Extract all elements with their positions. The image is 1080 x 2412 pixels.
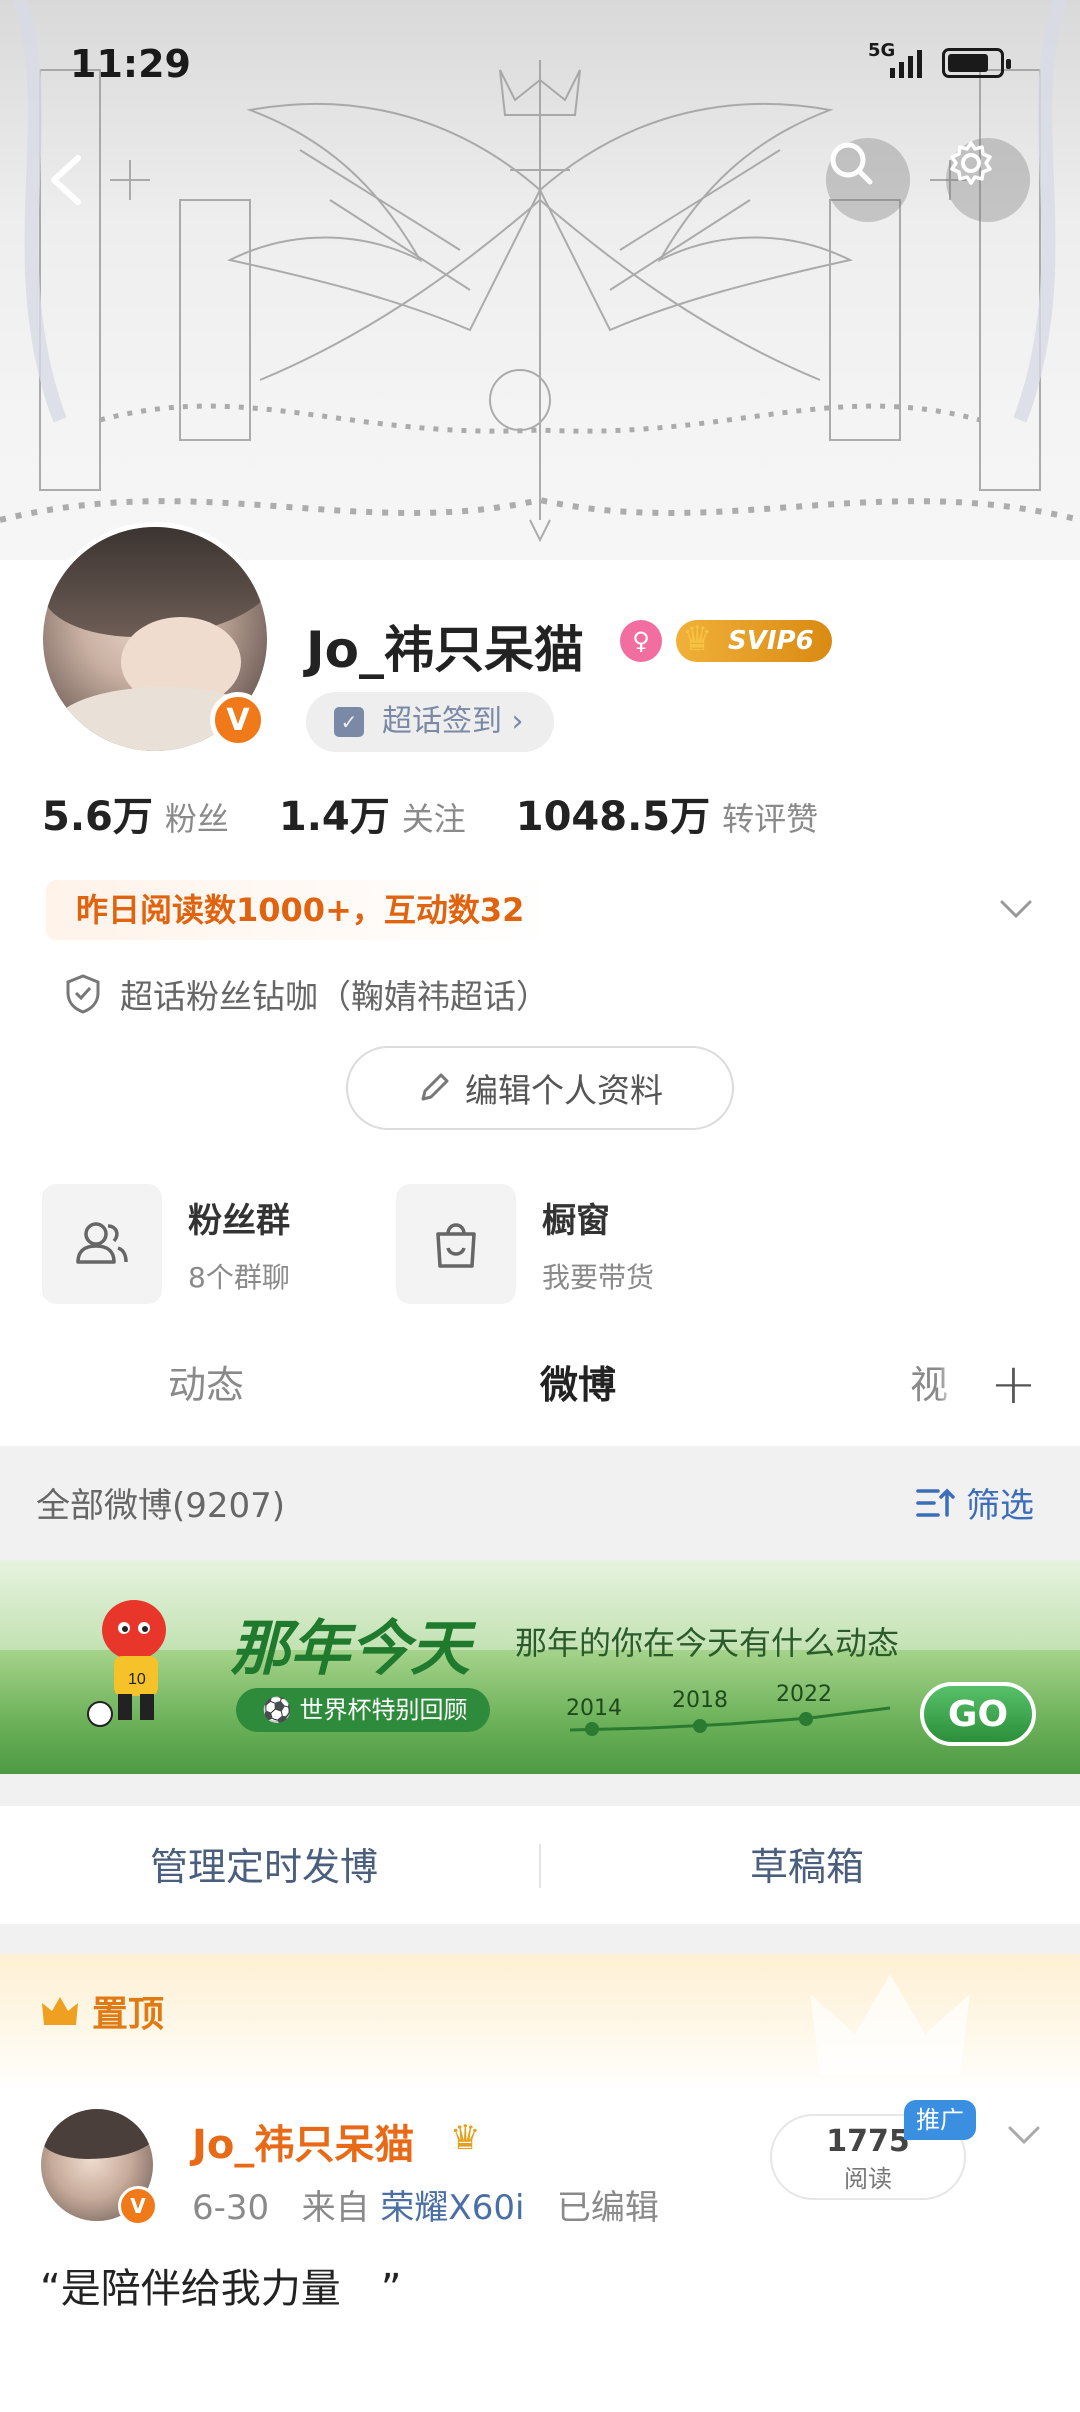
- promo-go-button[interactable]: GO: [920, 1682, 1036, 1746]
- stat-following[interactable]: 1.4万 关注: [279, 784, 466, 842]
- pinned-text: 置顶: [92, 1994, 165, 2035]
- stat-label: 关注: [401, 800, 466, 838]
- tool-subtitle: 我要带货: [542, 1260, 655, 1294]
- post-date: 6-30: [192, 2188, 270, 2228]
- verified-badge-icon: V: [210, 692, 266, 748]
- post-from-label: 来自: [301, 2188, 370, 2228]
- female-gender-icon: ♀: [620, 620, 662, 662]
- promo-title: 那年今天: [230, 1614, 470, 1684]
- svg-text:10: 10: [128, 1671, 146, 1688]
- add-tab-button[interactable]: +: [990, 1352, 1037, 1417]
- post-text: “是陪伴给我力量 ”: [40, 2266, 402, 2312]
- signal-icon: [890, 50, 922, 78]
- profile-tabs: 动态 微博 视: [0, 1320, 1080, 1445]
- tool-title: 橱窗: [542, 1200, 610, 1241]
- post-author-name[interactable]: Jo_祎只呆猫: [192, 2112, 414, 2170]
- drafts-button[interactable]: 草稿箱: [750, 1836, 864, 1891]
- yesterday-stats-banner[interactable]: 昨日阅读数1000+，互动数32: [46, 880, 555, 940]
- chevron-left-icon: [51, 155, 81, 205]
- edit-profile-button[interactable]: 编辑个人资料: [346, 1046, 734, 1130]
- promo-year: 2018: [672, 1688, 728, 1713]
- section-gap: [0, 1924, 1080, 1954]
- promo-year: 2022: [776, 1682, 832, 1707]
- search-button[interactable]: [826, 138, 910, 222]
- edit-profile-label: 编辑个人资料: [465, 1071, 663, 1110]
- pinned-label: 置顶: [40, 1985, 164, 2037]
- search-icon: [830, 142, 873, 185]
- manage-scheduled-button[interactable]: 管理定时发博: [150, 1836, 378, 1891]
- fan-diamond-label: 超话粉丝钻咖（鞠婧祎超话）: [120, 977, 549, 1016]
- chaohua-checkin-button[interactable]: ✓ 超话签到 ›: [306, 692, 554, 752]
- fan-group-tool[interactable]: 粉丝群 8个群聊: [42, 1184, 290, 1304]
- chaohua-checkin-label: 超话签到 ›: [382, 704, 524, 739]
- battery-icon: [942, 48, 1011, 78]
- svip-label: SVIP6: [728, 626, 814, 656]
- profile-stats: 5.6万 粉丝 1.4万 关注 1048.5万 转评赞: [42, 784, 868, 842]
- tab-weibo[interactable]: 微博: [540, 1354, 616, 1409]
- calendar-check-icon: ✓: [334, 707, 364, 737]
- users-icon: [76, 1222, 128, 1264]
- gear-icon: [950, 141, 992, 185]
- on-this-day-banner[interactable]: 10 那年今天 那年的你在今天有什么动态 ⚽ 世界杯特别回顾 2014 2018…: [0, 1560, 1080, 1774]
- promo-subtitle: 那年的你在今天有什么动态: [515, 1624, 900, 1662]
- profile-banner: 11:29 5G: [0, 0, 1080, 560]
- crown-icon: [42, 1997, 78, 2025]
- back-button[interactable]: [40, 150, 100, 210]
- verified-badge-icon: V: [118, 2186, 158, 2226]
- promote-badge[interactable]: 推广: [904, 2100, 976, 2140]
- stat-label: 转评赞: [722, 800, 819, 838]
- tab-fade: [940, 1330, 954, 1430]
- stat-value: 1048.5万: [515, 794, 711, 840]
- filter-label: 筛选: [966, 1486, 1034, 1526]
- svip-badge[interactable]: ♛ SVIP6: [676, 619, 832, 662]
- tab-feed[interactable]: 动态: [168, 1354, 244, 1409]
- member-crown-icon: ♛: [450, 2118, 481, 2158]
- crown-icon: ♛: [682, 619, 713, 659]
- stat-followers[interactable]: 5.6万 粉丝: [42, 784, 229, 842]
- pencil-icon: [421, 1073, 449, 1101]
- chevron-down-icon[interactable]: [1004, 2122, 1044, 2150]
- tool-subtitle: 8个群聊: [188, 1260, 290, 1294]
- stat-value: 5.6万: [42, 794, 153, 840]
- stat-value: 1.4万: [278, 794, 390, 840]
- crown-watermark-icon: [810, 1974, 970, 2074]
- filter-sort-icon: [916, 1488, 955, 1517]
- status-time: 11:29: [70, 42, 191, 86]
- post-device-link[interactable]: 荣耀X60i: [380, 2188, 524, 2228]
- divider: [539, 1844, 541, 1888]
- filter-button[interactable]: 筛选: [916, 1478, 1034, 1527]
- read-count-label: 阅读: [844, 2165, 892, 2193]
- post-edited-label: 已编辑: [556, 2188, 659, 2228]
- profile-username: Jo_祎只呆猫: [306, 621, 584, 679]
- post-meta: 6-30 来自 荣耀X60i 已编辑: [192, 2180, 659, 2229]
- shopping-bag-icon: [436, 1223, 476, 1268]
- mascot-icon: 10: [87, 1600, 166, 1727]
- promo-year: 2014: [566, 1696, 622, 1721]
- tool-title: 粉丝群: [188, 1200, 290, 1241]
- showcase-tool[interactable]: 橱窗 我要带货: [396, 1184, 654, 1304]
- promo-pill-label: 世界杯特别回顾: [299, 1696, 468, 1724]
- stat-interactions[interactable]: 1048.5万 转评赞: [516, 784, 818, 842]
- settings-button[interactable]: [946, 138, 1030, 222]
- promo-worldcup-pill: ⚽ 世界杯特别回顾: [236, 1688, 490, 1732]
- chevron-down-icon[interactable]: [996, 896, 1036, 924]
- status-bar: 11:29 5G: [0, 0, 1080, 120]
- shield-icon: [66, 974, 100, 1014]
- all-weibo-count[interactable]: 全部微博(9207): [36, 1478, 285, 1527]
- fan-diamond-row[interactable]: 超话粉丝钻咖（鞠婧祎超话）: [64, 970, 549, 1018]
- stat-label: 粉丝: [164, 800, 229, 838]
- manage-row: 管理定时发博 草稿箱: [0, 1806, 1080, 1924]
